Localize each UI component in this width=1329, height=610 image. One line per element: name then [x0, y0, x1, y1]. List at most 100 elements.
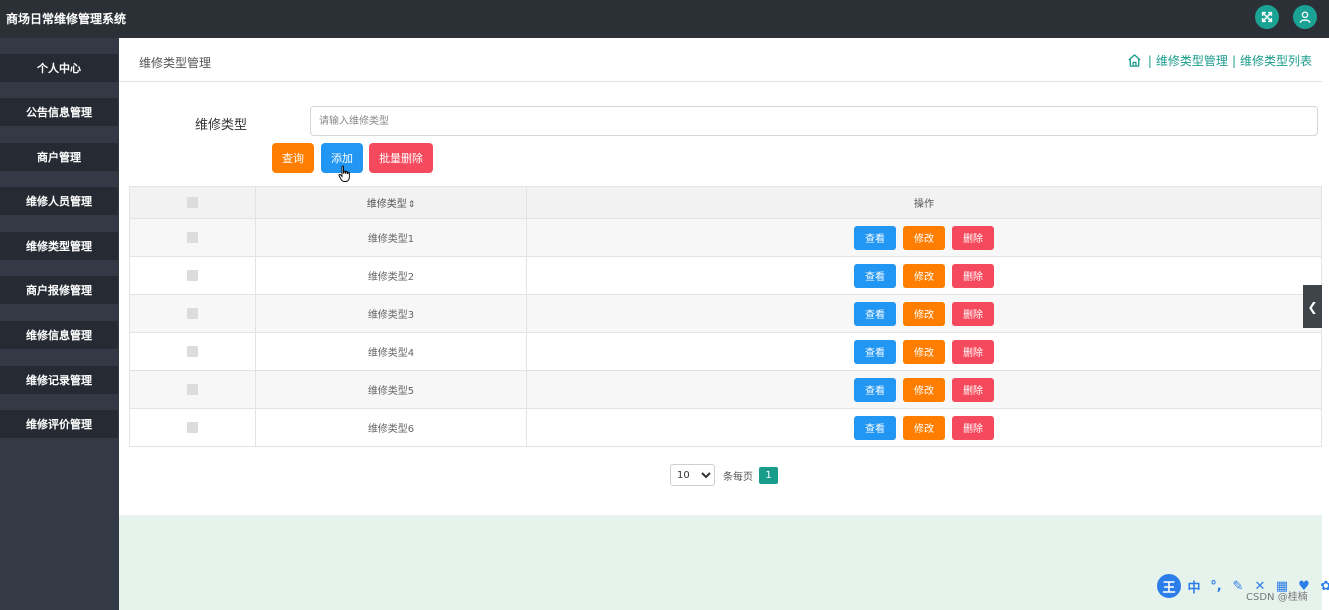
- row-select-cell: [129, 218, 256, 257]
- table-header-row: 维修类型⇕ 操作: [129, 186, 1322, 219]
- ime-settings-icon[interactable]: ✿: [1317, 579, 1329, 594]
- view-button[interactable]: 查看: [854, 377, 896, 402]
- repair-type-table: 维修类型⇕ 操作 维修类型1 查看 修改 删除 维修类型2 查看 修改 删除 维修类型3 查看 修改…: [129, 186, 1322, 447]
- table-row: 维修类型3 查看 修改 删除: [129, 294, 1322, 333]
- ime-mode[interactable]: 中: [1185, 577, 1203, 596]
- repair-type-cell: 维修类型5: [255, 370, 527, 409]
- ime-punctuation-icon[interactable]: °,: [1207, 579, 1225, 594]
- actions-cell: 查看 修改 删除: [526, 408, 1322, 447]
- row-checkbox[interactable]: [187, 421, 198, 433]
- sidebar-item-label: 商户报修管理: [26, 284, 92, 297]
- sidebar-item-repair-types[interactable]: 维修类型管理: [0, 232, 118, 260]
- delete-button[interactable]: 删除: [952, 263, 994, 288]
- repair-type-cell: 维修类型3: [255, 294, 527, 333]
- edit-button[interactable]: 修改: [903, 263, 945, 288]
- repair-type-cell: 维修类型6: [255, 408, 527, 447]
- table-row: 维修类型4 查看 修改 删除: [129, 332, 1322, 371]
- collapse-panel-tab[interactable]: ❮: [1303, 285, 1322, 328]
- sidebar-item-label: 维修记录管理: [26, 374, 92, 387]
- view-button[interactable]: 查看: [854, 339, 896, 364]
- actions-cell: 查看 修改 删除: [526, 332, 1322, 371]
- fullscreen-icon[interactable]: [1255, 5, 1279, 29]
- row-checkbox[interactable]: [187, 383, 198, 395]
- row-select-cell: [129, 332, 256, 371]
- table-row: 维修类型1 查看 修改 删除: [129, 218, 1322, 257]
- repair-type-search-input[interactable]: [310, 106, 1318, 136]
- sidebar-item-label: 个人中心: [37, 62, 81, 75]
- row-select-cell: [129, 294, 256, 333]
- row-checkbox[interactable]: [187, 307, 198, 319]
- view-button[interactable]: 查看: [854, 225, 896, 250]
- row-checkbox[interactable]: [187, 345, 198, 357]
- home-icon[interactable]: [1127, 53, 1142, 68]
- page-size-select[interactable]: 10: [670, 464, 715, 486]
- breadcrumb-item[interactable]: 维修类型管理: [1156, 52, 1228, 69]
- breadcrumb-separator: |: [1147, 53, 1152, 68]
- sidebar: 个人中心 公告信息管理 商户管理 维修人员管理 维修类型管理 商户报修管理 维修…: [0, 38, 119, 610]
- sidebar-item-repair-requests[interactable]: 商户报修管理: [0, 276, 118, 304]
- per-page-label: 条每页: [723, 471, 753, 483]
- view-button[interactable]: 查看: [854, 263, 896, 288]
- actions-cell: 查看 修改 删除: [526, 370, 1322, 409]
- select-all-checkbox[interactable]: [187, 196, 198, 208]
- sidebar-item-label: 维修人员管理: [26, 195, 92, 208]
- sort-icon[interactable]: ⇕: [408, 200, 416, 210]
- sidebar-item-label: 商户管理: [37, 151, 81, 164]
- row-checkbox[interactable]: [187, 269, 198, 281]
- chevron-left-icon: ❮: [1307, 299, 1318, 314]
- sidebar-item-label: 维修信息管理: [26, 329, 92, 342]
- batch-delete-button[interactable]: 批量删除: [369, 143, 433, 173]
- pagination: 10 条每页 1: [670, 464, 778, 486]
- view-button[interactable]: 查看: [854, 301, 896, 326]
- column-header-label: 操作: [914, 199, 934, 210]
- table-row: 维修类型6 查看 修改 删除: [129, 408, 1322, 447]
- row-select-cell: [129, 256, 256, 295]
- table-row: 维修类型2 查看 修改 删除: [129, 256, 1322, 295]
- sidebar-item-label: 公告信息管理: [26, 106, 92, 119]
- sidebar-item-merchants[interactable]: 商户管理: [0, 143, 118, 171]
- page-button-current[interactable]: 1: [759, 466, 778, 484]
- edit-button[interactable]: 修改: [903, 377, 945, 402]
- sidebar-item-label: 维修类型管理: [26, 240, 92, 253]
- view-button[interactable]: 查看: [854, 415, 896, 440]
- table-row: 维修类型5 查看 修改 删除: [129, 370, 1322, 409]
- repair-type-cell: 维修类型1: [255, 218, 527, 257]
- sidebar-item-repair-records[interactable]: 维修记录管理: [0, 366, 118, 394]
- sidebar-item-personal-center[interactable]: 个人中心: [0, 54, 118, 82]
- page-title: 维修类型管理: [139, 56, 212, 70]
- sidebar-item-repair-staff[interactable]: 维修人员管理: [0, 187, 118, 215]
- column-header-actions: 操作: [526, 186, 1322, 219]
- search-label: 维修类型: [195, 118, 248, 133]
- repair-type-cell: 维修类型4: [255, 332, 527, 371]
- ime-logo-icon[interactable]: 王: [1157, 574, 1181, 598]
- repair-type-cell: 维修类型2: [255, 256, 527, 295]
- edit-button[interactable]: 修改: [903, 339, 945, 364]
- main-area: 维修类型管理 | 维修类型管理 | 维修类型列表 维修类型 查询 添加 批量删除: [119, 38, 1322, 610]
- delete-button[interactable]: 删除: [952, 339, 994, 364]
- row-checkbox[interactable]: [187, 231, 198, 243]
- page-header: 维修类型管理 | 维修类型管理 | 维修类型列表: [119, 38, 1322, 82]
- app-title: 商场日常维修管理系统: [6, 12, 127, 26]
- ime-handwriting-icon[interactable]: ✎: [1229, 579, 1247, 594]
- content-panel: 维修类型管理 | 维修类型管理 | 维修类型列表 维修类型 查询 添加 批量删除: [119, 38, 1322, 515]
- column-header-type[interactable]: 维修类型⇕: [255, 186, 527, 219]
- breadcrumb: | 维修类型管理 | 维修类型列表: [1127, 52, 1312, 69]
- delete-button[interactable]: 删除: [952, 225, 994, 250]
- breadcrumb-separator: |: [1231, 53, 1236, 68]
- delete-button[interactable]: 删除: [952, 377, 994, 402]
- sidebar-item-repair-info[interactable]: 维修信息管理: [0, 321, 118, 349]
- mouse-pointer-icon: [338, 165, 350, 182]
- actions-cell: 查看 修改 删除: [526, 218, 1322, 257]
- delete-button[interactable]: 删除: [952, 415, 994, 440]
- column-header-label: 维修类型: [366, 199, 407, 210]
- query-button[interactable]: 查询: [272, 143, 314, 173]
- row-select-cell: [129, 370, 256, 409]
- top-bar: 商场日常维修管理系统: [0, 0, 1329, 38]
- edit-button[interactable]: 修改: [903, 225, 945, 250]
- edit-button[interactable]: 修改: [903, 301, 945, 326]
- delete-button[interactable]: 删除: [952, 301, 994, 326]
- user-icon[interactable]: [1293, 5, 1317, 29]
- sidebar-item-notices[interactable]: 公告信息管理: [0, 98, 118, 126]
- edit-button[interactable]: 修改: [903, 415, 945, 440]
- sidebar-item-repair-reviews[interactable]: 维修评价管理: [0, 410, 118, 438]
